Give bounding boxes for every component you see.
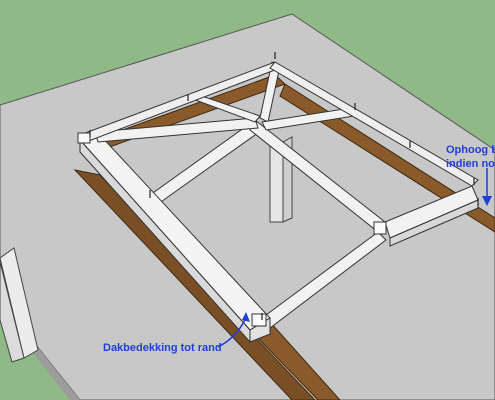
roof-frame-diagram [0,13,495,400]
corner-post-left [77,132,91,144]
annotation-dakbedekking: Dakbedekking tot rand [103,342,222,354]
annotation-ophoog-line1: Ophoog b [446,144,495,156]
annotation-ophoog: Ophoog b indien noo [446,143,495,171]
corner-post-front [251,313,267,327]
annotation-ophoog-line2: indien noo [446,158,495,170]
corner-post-right [373,221,387,235]
